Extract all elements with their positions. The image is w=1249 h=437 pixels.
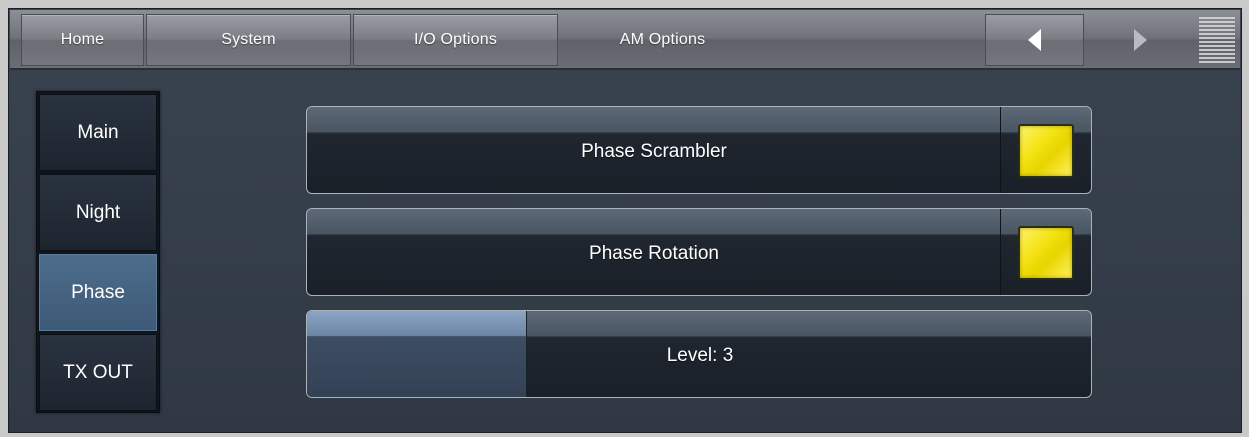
tab-io-options[interactable]: I/O Options [353, 14, 558, 66]
chevron-left-icon [1028, 29, 1041, 51]
phase-rotation-row[interactable]: Phase Rotation [306, 208, 1092, 296]
phase-scrambler-row[interactable]: Phase Scrambler [306, 106, 1092, 194]
sidebar-item-main[interactable]: Main [39, 94, 157, 171]
tab-system[interactable]: System [146, 14, 351, 66]
phase-scrambler-label: Phase Scrambler [581, 141, 727, 162]
menu-lines-icon[interactable] [1199, 17, 1235, 63]
toggle-on-indicator [1018, 226, 1074, 280]
back-button[interactable] [985, 14, 1084, 66]
chevron-right-icon [1133, 29, 1147, 51]
phase-scrambler-toggle[interactable] [1000, 107, 1091, 193]
phase-rotation-label: Phase Rotation [589, 243, 719, 264]
top-nav-bar: Home System I/O Options AM Options [10, 10, 1240, 70]
level-slider[interactable]: Level: 3 [306, 310, 1092, 398]
sidebar: Main Night Phase TX OUT [36, 91, 160, 413]
tab-am-options[interactable]: AM Options [560, 14, 765, 66]
phase-rotation-toggle[interactable] [1000, 209, 1091, 295]
tab-home[interactable]: Home [21, 14, 144, 66]
device-frame: Home System I/O Options AM Options Main … [0, 0, 1249, 437]
sidebar-item-tx-out[interactable]: TX OUT [39, 334, 157, 411]
toggle-on-indicator [1018, 124, 1074, 178]
sidebar-item-phase[interactable]: Phase [39, 254, 157, 331]
level-label: Level: 3 [666, 345, 734, 366]
sidebar-item-night[interactable]: Night [39, 174, 157, 251]
forward-button[interactable] [1095, 14, 1185, 66]
